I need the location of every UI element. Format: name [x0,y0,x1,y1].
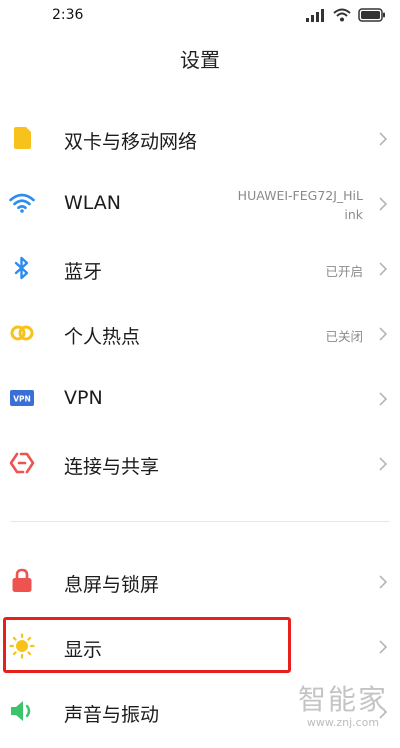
wlan-network-name: HUAWEI-FEG72J_HiL ink [238,186,363,224]
settings-item-dual-sim[interactable]: 双卡与移动网络 [0,106,400,171]
status-bar: 2:36 [0,0,400,34]
bluetooth-status: 已开启 [325,264,363,279]
share-icon [9,450,35,476]
signal-icon [306,9,324,22]
settings-item-wlan[interactable]: WLAN HUAWEI-FEG72J_HiL ink [0,171,400,236]
hotspot-icon [9,320,35,346]
speaker-icon [9,698,35,724]
settings-item-hotspot[interactable]: 个人热点 已关闭 [0,301,400,366]
chevron-right-icon [379,392,388,406]
chevron-right-icon [379,327,388,341]
settings-item-bluetooth[interactable]: 蓝牙 已开启 [0,236,400,301]
wlan-network-line2: ink [344,207,363,222]
settings-item-label: 个人热点 [64,326,141,348]
page-title: 设置 [180,48,220,72]
chevron-right-icon [379,197,388,211]
battery-icon [358,8,385,22]
bluetooth-icon [9,255,35,281]
settings-item-label: 连接与共享 [64,456,160,478]
section-divider [10,521,390,522]
chevron-right-icon [379,457,388,471]
wifi-icon [9,190,35,216]
settings-item-label: 蓝牙 [64,261,103,283]
settings-item-label: 息屏与锁屏 [64,574,160,596]
settings-item-label: WLAN [64,192,122,214]
settings-item-label: VPN [64,387,103,409]
settings-item-label: 双卡与移动网络 [64,131,198,153]
hotspot-status: 已关闭 [325,329,363,344]
watermark-logo: 智能家 [297,683,388,716]
status-icons [306,8,386,22]
vpn-icon: VPN [9,385,35,411]
highlight-box [3,617,291,673]
chevron-right-icon [379,132,388,146]
chevron-right-icon [379,575,388,589]
settings-item-label: 声音与振动 [64,704,160,726]
lock-icon [9,568,35,594]
wlan-network-line1: HUAWEI-FEG72J_HiL [237,188,363,203]
watermark-url: www.znj.com [306,716,380,729]
settings-item-lock-screen[interactable]: 息屏与锁屏 [0,549,400,614]
settings-item-connection-sharing[interactable]: 连接与共享 [0,431,400,496]
svg-text:VPN: VPN [13,395,31,404]
watermark: 智能家 www.znj.com [298,678,388,729]
sim-card-icon [9,125,35,151]
chevron-right-icon [379,262,388,276]
settings-item-vpn[interactable]: VPN VPN [0,366,400,431]
wifi-status-icon [333,8,351,22]
status-time: 2:36 [52,7,84,23]
chevron-right-icon [379,640,388,654]
